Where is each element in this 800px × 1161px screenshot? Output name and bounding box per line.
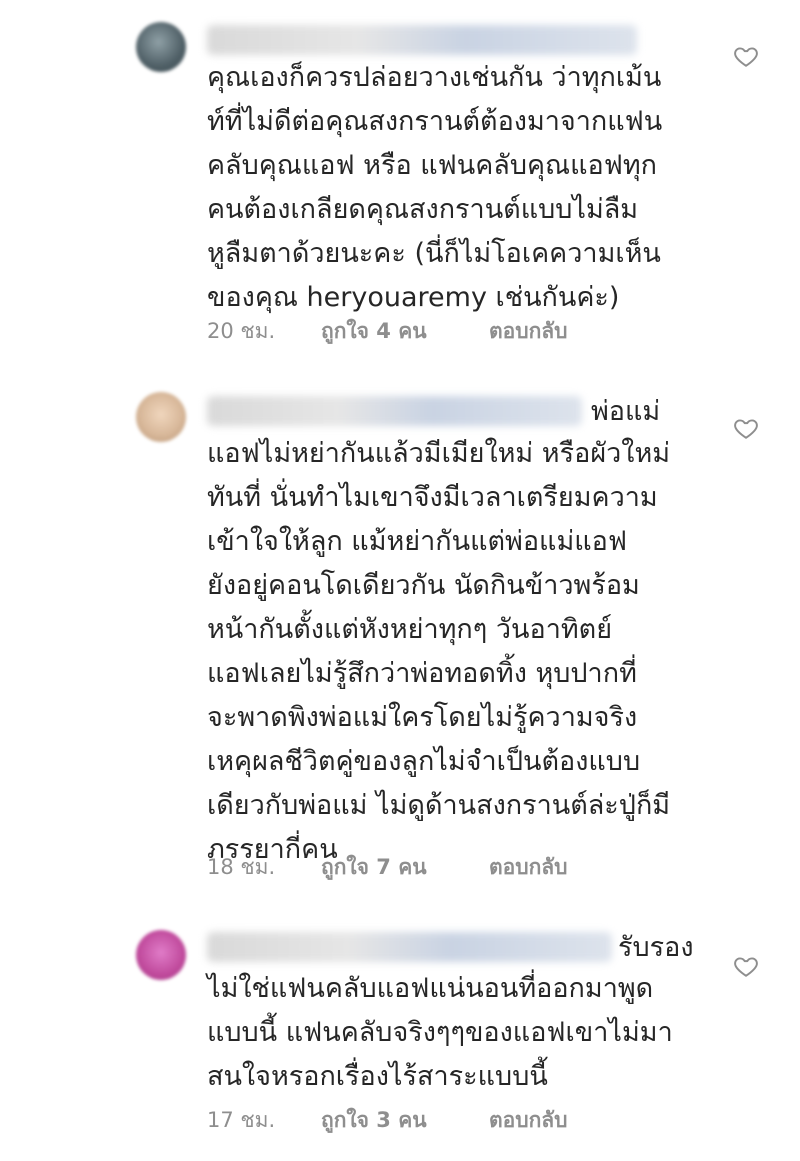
comment-text-line: หูลืมตาด้วยนะคะ (นี่ก็ไม่โอเคความเห็น — [207, 238, 661, 269]
avatar[interactable] — [136, 930, 186, 980]
timestamp: 18 ชม. — [207, 855, 276, 879]
comment-text-line: ท์ที่ไม่ดีต่อคุณสงกรานต์ต้องมาจากแฟน — [207, 106, 663, 137]
comment-text-line: เหคุผลชีวิตคู่ของลูกไม่จำเป็นต้องแบบ — [207, 746, 641, 777]
comment-text-line: จะพาดพิงพ่อแม่ใครโดยไม่รู้ความจริง — [207, 702, 638, 733]
likes-count-button[interactable]: ถูกใจ 3 คน — [321, 1104, 427, 1137]
comment-text-line: คลับคุณแอฟ หรือ แฟนคลับคุณแอฟทุก — [207, 150, 657, 181]
timestamp: 17 ชม. — [207, 1108, 276, 1132]
comment-inline-prefix: พ่อแม่ — [591, 396, 661, 427]
comment-text-line: คนต้องเกลียดคุณสงกรานต์แบบไม่ลืม — [207, 194, 639, 225]
comment-text-line: แอฟไม่หย่ากันแล้วมีเมียใหม่ หรือผัวใหม่ — [207, 438, 671, 469]
comment-text-line: ทันที่ นั่นทำไมเขาจึงมีเวลาเตรียมความ — [207, 482, 658, 513]
likes-count-button[interactable]: ถูกใจ 4 คน — [321, 315, 427, 348]
comment-text-line: ของคุณ heryouaremy เช่นกันค่ะ) — [207, 282, 620, 313]
comment-text-line: เดียวกับพ่อแม่ ไม่ดูด้านสงกรานต์ล่ะปู่ก็… — [207, 790, 671, 821]
username-blurred[interactable] — [207, 25, 637, 55]
reply-button[interactable]: ตอบกลับ — [489, 851, 568, 884]
reply-button[interactable]: ตอบกลับ — [489, 1104, 568, 1137]
likes-count-button[interactable]: ถูกใจ 7 คน — [321, 851, 427, 884]
heart-outline-icon[interactable] — [733, 415, 759, 441]
comment-text-line: แอฟเลยไม่รู้สึกว่าพ่อทอดทิ้ง หุบปากที่ — [207, 658, 637, 689]
comment-text-line: ยังอยู่คอนโดเดียวกัน นัดกินข้าวพร้อม — [207, 570, 640, 601]
comment-text-line: หน้ากันตั้งแต่หังหย่าทุกๆ วันอาทิตย์ — [207, 614, 613, 645]
reply-button[interactable]: ตอบกลับ — [489, 315, 568, 348]
heart-outline-icon[interactable] — [733, 953, 759, 979]
comment-text-line: เข้าใจให้ลูก แม้หย่ากันแต่พ่อแม่แอฟ — [207, 526, 627, 557]
username-blurred[interactable] — [207, 396, 582, 426]
comment-text-line: สนใจหรอกเรื่องไร้สาระแบบนี้ — [207, 1061, 548, 1092]
heart-outline-icon[interactable] — [733, 43, 759, 69]
comment-text-line: แบบนี้ แฟนคลับจริงๆๆของแอฟเขาไม่มา — [207, 1017, 673, 1048]
timestamp: 20 ชม. — [207, 319, 276, 343]
avatar[interactable] — [136, 392, 186, 442]
comment-text-line: ไม่ใช่แฟนคลับแอฟแน่นอนที่ออกมาพูด — [207, 973, 654, 1004]
avatar[interactable] — [136, 22, 186, 72]
username-blurred[interactable] — [207, 932, 612, 962]
comment-text-line: คุณเองก็ควรปล่อยวางเช่นกัน ว่าทุกเม้น — [207, 62, 662, 93]
comment-inline-prefix: รับรอง — [618, 932, 694, 963]
